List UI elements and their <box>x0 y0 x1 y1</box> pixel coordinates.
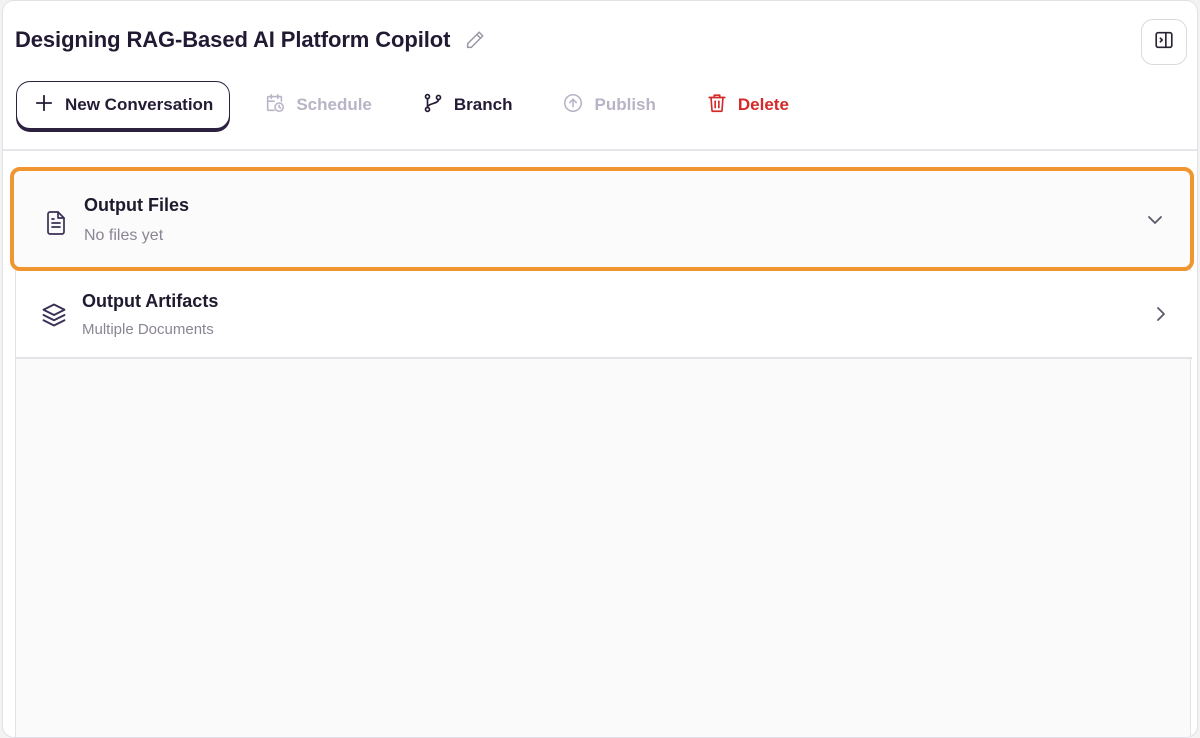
plus-icon <box>35 94 53 117</box>
delete-label: Delete <box>737 95 789 114</box>
pencil-icon[interactable] <box>464 29 486 51</box>
section-title: Output Artifacts <box>82 291 219 311</box>
new-conversation-label: New Conversation <box>65 95 214 114</box>
git-branch-icon <box>422 92 444 119</box>
sidebar-collapse-icon <box>1153 29 1175 56</box>
toolbar: New Conversation Schedule Branch Publish… <box>16 81 789 129</box>
panel-content: Output Files No files yet Output Artifac… <box>10 167 1194 737</box>
panel-header: Designing RAG-Based AI Platform Copilot <box>3 1 1197 151</box>
publish-label: Publish <box>594 95 656 114</box>
branch-label: Branch <box>453 95 513 114</box>
chevron-down-icon[interactable] <box>1144 209 1166 231</box>
toggle-panel-button[interactable] <box>1141 19 1187 65</box>
calendar-clock-icon <box>264 92 286 119</box>
chevron-right-icon[interactable] <box>1150 303 1172 325</box>
output-files-section[interactable]: Output Files No files yet <box>10 167 1194 271</box>
section-subtitle: No files yet <box>84 227 164 244</box>
section-subtitle: Multiple Documents <box>82 321 214 338</box>
output-artifacts-section[interactable]: Output Artifacts Multiple Documents <box>16 271 1192 359</box>
output-files-text: Output Files No files yet <box>84 193 189 247</box>
section-title: Output Files <box>84 195 189 215</box>
page-title: Designing RAG-Based AI Platform Copilot <box>15 27 451 52</box>
schedule-button[interactable]: Schedule <box>264 92 372 119</box>
delete-button[interactable]: Delete <box>706 92 789 119</box>
branch-button[interactable]: Branch <box>422 92 513 119</box>
upload-circle-icon <box>562 92 584 119</box>
title-row: Designing RAG-Based AI Platform Copilot <box>15 27 486 53</box>
file-text-icon <box>42 209 70 237</box>
conversation-panel: Designing RAG-Based AI Platform Copilot <box>2 0 1198 738</box>
schedule-label: Schedule <box>296 95 372 114</box>
publish-button[interactable]: Publish <box>562 92 656 119</box>
layers-icon <box>40 301 68 329</box>
trash-icon <box>706 92 728 119</box>
new-conversation-button[interactable]: New Conversation <box>16 81 231 129</box>
output-artifacts-text: Output Artifacts Multiple Documents <box>82 289 218 341</box>
